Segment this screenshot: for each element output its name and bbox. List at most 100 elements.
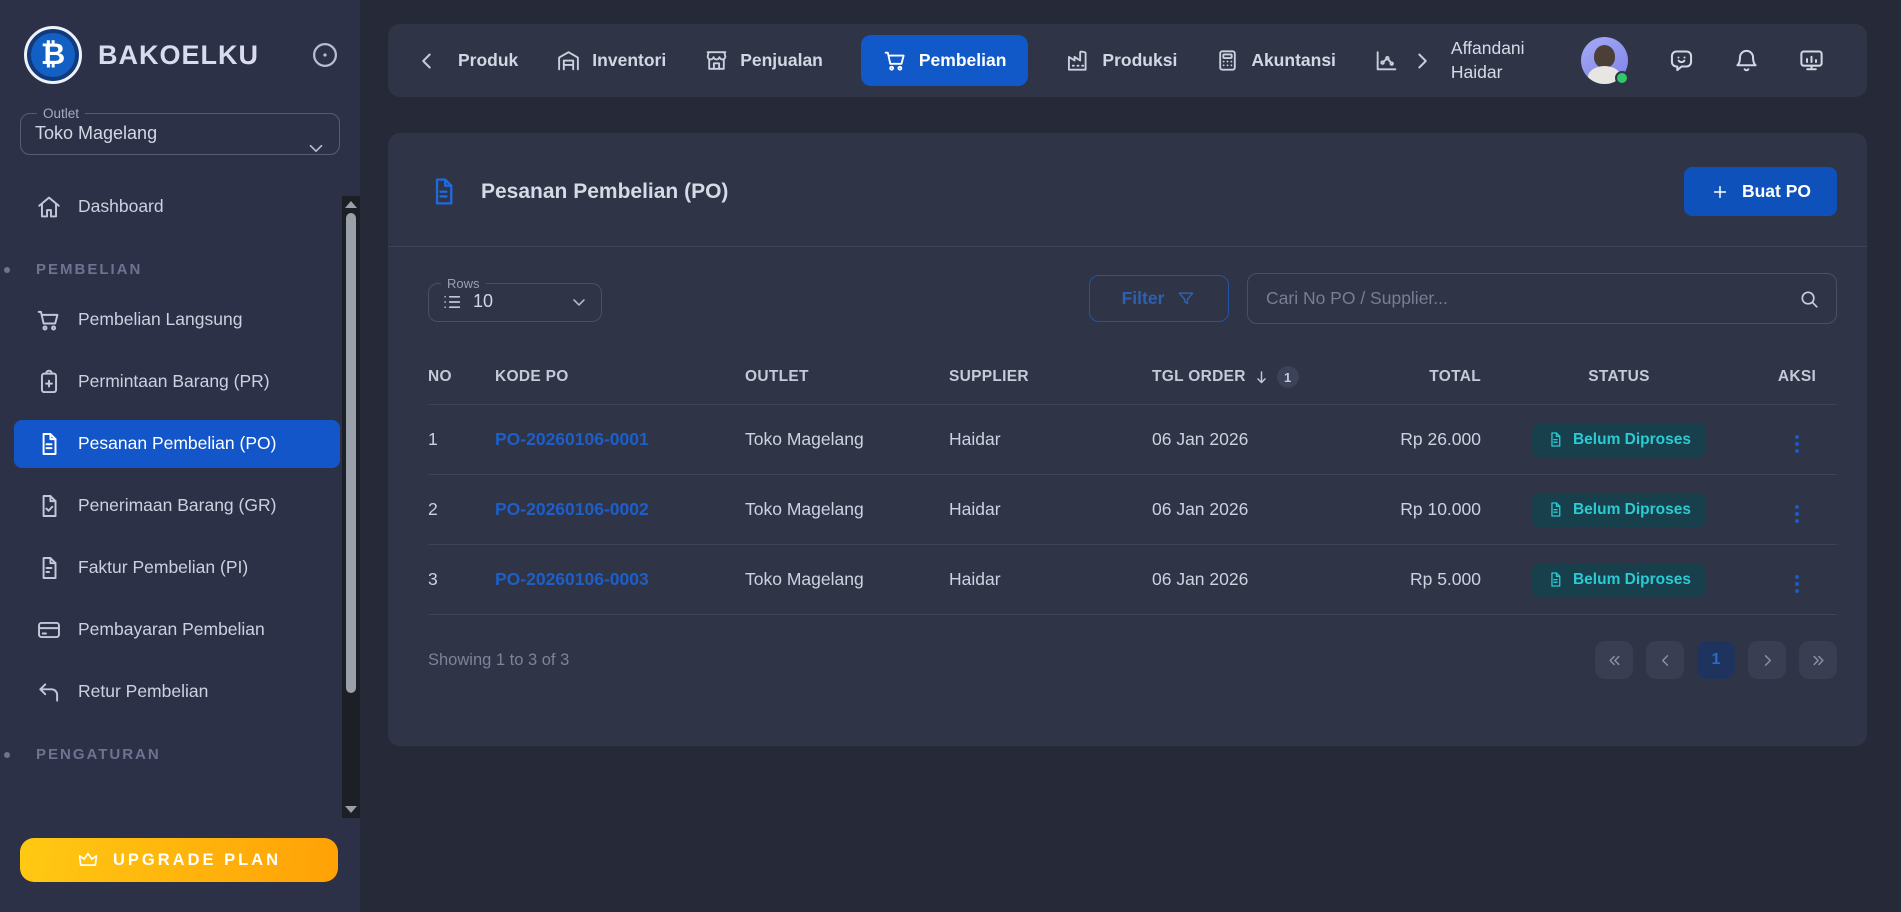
sort-desc-icon xyxy=(1252,368,1271,387)
row-actions-kebab-icon[interactable] xyxy=(1789,571,1805,597)
table-controls: Rows 10 Filter xyxy=(388,247,1867,346)
sidebar-item-label: Pembelian Langsung xyxy=(78,308,242,332)
bell-icon[interactable] xyxy=(1733,47,1760,74)
scroll-up-icon[interactable] xyxy=(345,201,357,208)
sidebar-item-label: Permintaan Barang (PR) xyxy=(78,370,270,394)
corner-up-left-icon xyxy=(36,679,62,705)
clipboard-plus-icon xyxy=(36,369,62,395)
column-label: TGL ORDER xyxy=(1152,368,1246,386)
sidebar-scrollbar[interactable] xyxy=(342,196,360,818)
tab-label: Produksi xyxy=(1102,50,1177,71)
message-smile-icon[interactable] xyxy=(1668,47,1695,74)
sidebar-item-dashboard[interactable]: Dashboard xyxy=(14,183,340,231)
sidebar-collapse-icon[interactable] xyxy=(310,40,340,70)
sidebar-item-label: Pesanan Pembelian (PO) xyxy=(78,432,276,456)
chevrons-left-icon xyxy=(1605,651,1624,670)
rows-per-page-select[interactable]: Rows 10 xyxy=(428,276,602,322)
sortable-header[interactable]: TGL ORDER1 xyxy=(1152,366,1299,388)
upgrade-plan-button[interactable]: UPGRADE PLAN xyxy=(20,838,338,882)
outlet-select[interactable]: Outlet Toko Magelang xyxy=(20,106,340,155)
outlet-value: Toko Magelang xyxy=(35,123,325,144)
file-icon xyxy=(1547,431,1564,448)
cell-supplier: Haidar xyxy=(949,405,1152,475)
cell-tgl-order: 06 Jan 2026 xyxy=(1152,475,1331,545)
card-footer: Showing 1 to 3 of 3 1 xyxy=(388,615,1867,679)
chart-line-icon xyxy=(1374,48,1399,73)
po-link[interactable]: PO-20260106-0001 xyxy=(495,429,649,449)
row-actions-kebab-icon[interactable] xyxy=(1789,431,1805,457)
funnel-icon xyxy=(1176,289,1196,309)
tab-penjualan[interactable]: Penjualan xyxy=(704,48,823,73)
scroll-down-icon[interactable] xyxy=(345,806,357,813)
search-box xyxy=(1247,273,1837,324)
sidebar-section-pengaturan: PENGATURAN xyxy=(0,746,340,763)
sidebar-item-label: Dashboard xyxy=(78,195,164,219)
tab-label: Pembelian xyxy=(919,50,1007,71)
column-header-outlet: OUTLET xyxy=(745,352,949,405)
chevron-down-icon xyxy=(305,137,327,159)
factory-icon xyxy=(1066,48,1091,73)
status-badge: Belum Diproses xyxy=(1532,563,1706,597)
sidebar-item-label: Faktur Pembelian (PI) xyxy=(78,556,248,580)
po-link[interactable]: PO-20260106-0003 xyxy=(495,569,649,589)
nav-back-icon[interactable] xyxy=(414,48,440,74)
cell-total: Rp 5.000 xyxy=(1331,545,1481,615)
list-icon xyxy=(441,291,463,313)
tab-akuntansi[interactable]: Akuntansi xyxy=(1215,48,1336,73)
po-card: Pesanan Pembelian (PO) Buat PO Rows 10 F… xyxy=(388,133,1867,746)
main-area: Produk Inventori Penjualan Pembelian Produks… xyxy=(360,0,1901,912)
sidebar-item-penerimaan-barang-gr-[interactable]: Penerimaan Barang (GR) xyxy=(14,482,340,530)
sidebar-section-pembelian: PEMBELIAN xyxy=(0,261,340,278)
status-badge: Belum Diproses xyxy=(1532,493,1706,527)
tab-laporan[interactable] xyxy=(1374,48,1399,73)
sidebar-item-permintaan-barang-pr-[interactable]: Permintaan Barang (PR) xyxy=(14,358,340,406)
next-page-button[interactable] xyxy=(1748,641,1786,679)
chevrons-right-icon xyxy=(1809,651,1828,670)
card-header: Pesanan Pembelian (PO) Buat PO xyxy=(388,133,1867,247)
tab-produksi[interactable]: Produksi xyxy=(1066,48,1177,73)
page-title: Pesanan Pembelian (PO) xyxy=(481,180,728,204)
file-text-icon xyxy=(36,431,62,457)
tab-label: Penjualan xyxy=(740,50,823,71)
column-header-status: STATUS xyxy=(1481,352,1757,405)
outlet-label: Outlet xyxy=(37,106,85,121)
create-po-button[interactable]: Buat PO xyxy=(1684,167,1837,216)
cell-no: 1 xyxy=(428,405,495,475)
sidebar-item-retur-pembelian[interactable]: Retur Pembelian xyxy=(14,668,340,716)
chevron-left-icon xyxy=(1656,651,1675,670)
scrollbar-thumb[interactable] xyxy=(346,213,356,693)
nav-forward-icon[interactable] xyxy=(1409,48,1435,74)
monitor-chart-icon[interactable] xyxy=(1798,47,1825,74)
tab-produk[interactable]: Produk xyxy=(458,50,518,71)
topbar: Produk Inventori Penjualan Pembelian Produks… xyxy=(388,24,1867,97)
tab-label: Produk xyxy=(458,50,518,71)
sidebar-item-label: Pembayaran Pembelian xyxy=(78,618,265,642)
filter-button[interactable]: Filter xyxy=(1089,275,1229,322)
last-page-button[interactable] xyxy=(1799,641,1837,679)
column-header-tgl[interactable]: TGL ORDER1 xyxy=(1152,352,1331,405)
page-1-button[interactable]: 1 xyxy=(1697,641,1735,679)
file-icon xyxy=(1547,501,1564,518)
search-icon[interactable] xyxy=(1798,288,1820,310)
tab-pembelian[interactable]: Pembelian xyxy=(861,35,1029,86)
po-link[interactable]: PO-20260106-0002 xyxy=(495,499,649,519)
sidebar-item-pesanan-pembelian-po-[interactable]: Pesanan Pembelian (PO) xyxy=(14,420,340,468)
cell-aksi xyxy=(1757,475,1837,545)
sidebar-item-pembayaran-pembelian[interactable]: Pembayaran Pembelian xyxy=(14,606,340,654)
column-header-no: NO xyxy=(428,352,495,405)
row-actions-kebab-icon[interactable] xyxy=(1789,501,1805,527)
search-input[interactable] xyxy=(1266,288,1798,309)
prev-page-button[interactable] xyxy=(1646,641,1684,679)
sidebar-item-label: Penerimaan Barang (GR) xyxy=(78,494,276,518)
sidebar-item-label: Retur Pembelian xyxy=(78,680,208,704)
status-badge: Belum Diproses xyxy=(1532,423,1706,457)
brand-logo-icon: ₿ xyxy=(24,26,82,84)
sidebar-item-pembelian-langsung[interactable]: Pembelian Langsung xyxy=(14,296,340,344)
avatar[interactable] xyxy=(1581,37,1628,84)
cell-supplier: Haidar xyxy=(949,545,1152,615)
first-page-button[interactable] xyxy=(1595,641,1633,679)
cell-kode-po: PO-20260106-0001 xyxy=(495,405,745,475)
tab-inventori[interactable]: Inventori xyxy=(556,48,666,73)
table-header-row: NOKODE POOUTLETSUPPLIERTGL ORDER1TOTALST… xyxy=(428,352,1837,405)
sidebar-item-faktur-pembelian-pi-[interactable]: Faktur Pembelian (PI) xyxy=(14,544,340,592)
